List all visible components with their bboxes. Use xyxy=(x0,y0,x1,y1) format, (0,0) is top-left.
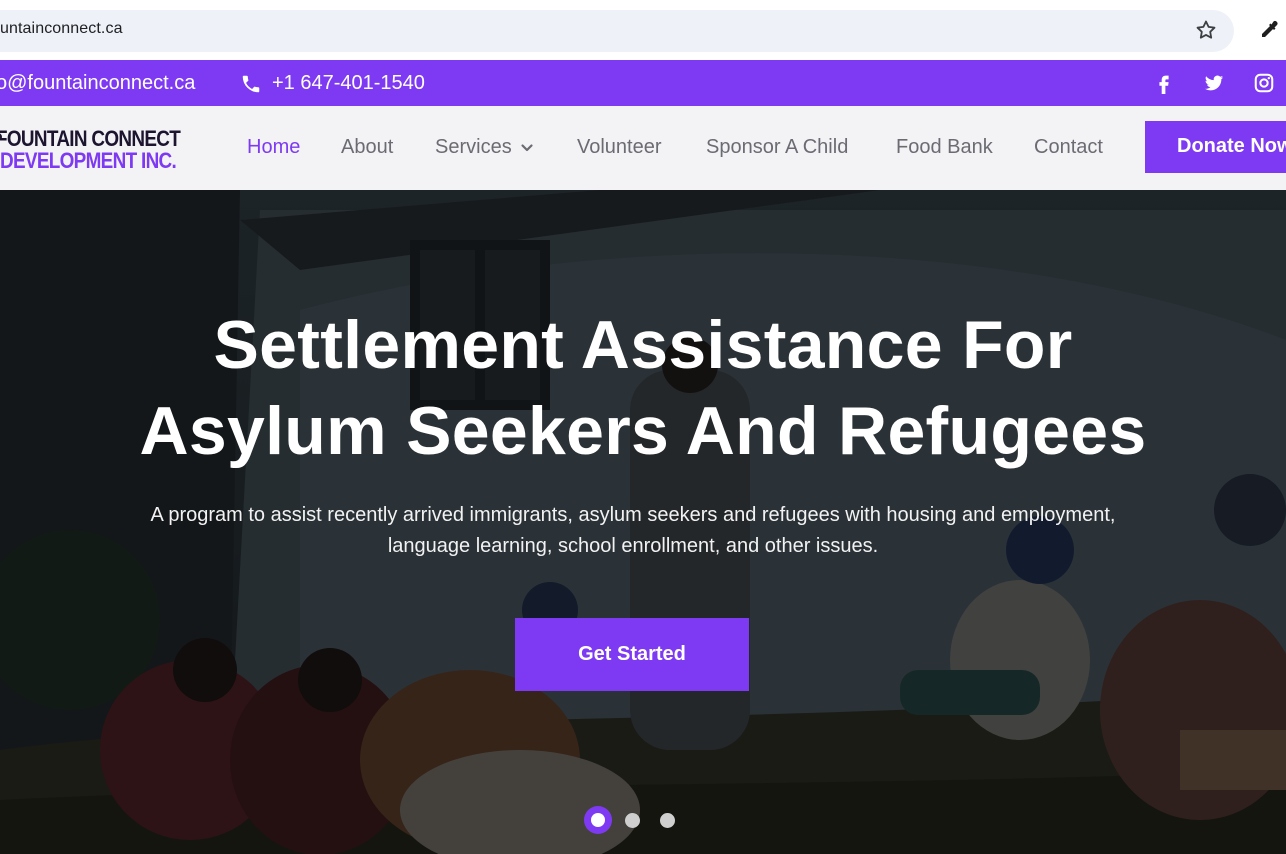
nav-item-volunteer[interactable]: Volunteer xyxy=(577,136,662,159)
eyedropper-icon[interactable] xyxy=(1256,18,1280,42)
star-icon[interactable] xyxy=(1194,18,1218,42)
nav-item-services-label: Services xyxy=(435,136,512,158)
contact-email[interactable]: o@fountainconnect.ca xyxy=(0,72,195,95)
nav-item-food-bank[interactable]: Food Bank xyxy=(896,136,993,159)
hero-title: Settlement Assistance For Asylum Seekers… xyxy=(0,302,1286,474)
hero-subtitle: A program to assist recently arrived imm… xyxy=(100,500,1166,562)
logo-text-line2: DEVELOPMENT INC. xyxy=(0,148,177,173)
hero-title-line1: Settlement Assistance For xyxy=(213,307,1073,383)
facebook-icon[interactable] xyxy=(1153,72,1175,94)
get-started-button[interactable]: Get Started xyxy=(515,618,749,691)
donate-now-button[interactable]: Donate Now xyxy=(1145,121,1286,173)
hero-title-line2: Asylum Seekers And Refugees xyxy=(139,393,1147,469)
browser-toolbar: untainconnect.ca xyxy=(0,0,1286,60)
url-text[interactable]: untainconnect.ca xyxy=(0,20,123,38)
nav-item-about[interactable]: About xyxy=(341,136,393,159)
nav-item-services[interactable]: Services xyxy=(435,136,534,159)
chevron-down-icon xyxy=(521,144,533,151)
nav-item-contact[interactable]: Contact xyxy=(1034,136,1103,159)
hero-subtitle-line1: A program to assist recently arrived imm… xyxy=(150,504,1116,526)
phone-number: +1 647-401-1540 xyxy=(272,72,425,94)
slider-dot-2[interactable] xyxy=(625,813,640,828)
nav-item-home[interactable]: Home xyxy=(247,136,300,159)
twitter-icon[interactable] xyxy=(1203,72,1225,94)
phone-icon xyxy=(242,75,260,92)
slider-dot-3[interactable] xyxy=(660,813,675,828)
hero-slider: Settlement Assistance For Asylum Seekers… xyxy=(0,190,1286,854)
contact-topbar: o@fountainconnect.ca +1 647-401-1540 xyxy=(0,60,1286,106)
slider-dot-1[interactable] xyxy=(584,806,612,834)
contact-phone[interactable]: +1 647-401-1540 xyxy=(240,72,425,95)
nav-item-sponsor-a-child[interactable]: Sponsor A Child xyxy=(706,136,848,159)
instagram-icon[interactable] xyxy=(1253,72,1275,94)
main-navbar: FOUNTAIN CONNECT DEVELOPMENT INC. Home A… xyxy=(0,106,1286,190)
site-logo[interactable]: FOUNTAIN CONNECT DEVELOPMENT INC. xyxy=(0,126,196,174)
hero-subtitle-line2: language learning, school enrollment, an… xyxy=(387,535,879,557)
address-bar[interactable] xyxy=(0,10,1234,52)
